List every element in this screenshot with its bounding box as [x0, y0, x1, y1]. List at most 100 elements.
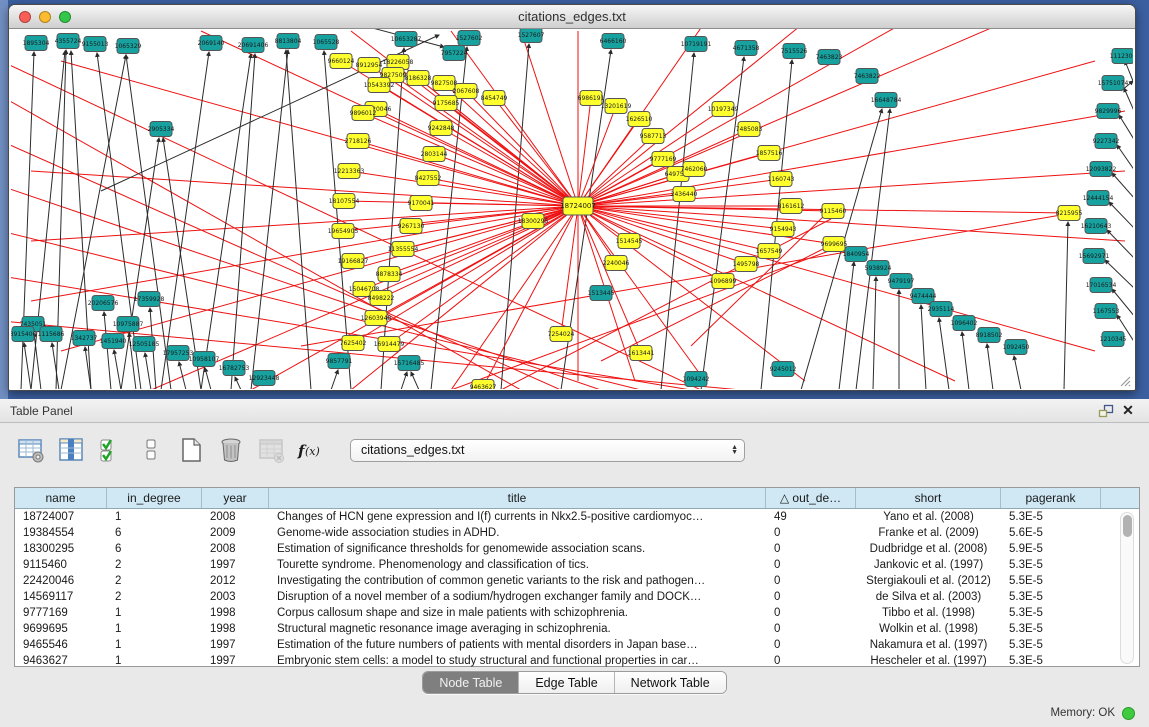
cell-year[interactable]: 1998 — [202, 621, 269, 637]
cell-year[interactable]: 2012 — [202, 573, 269, 589]
graph-node[interactable]: 19166827 — [338, 254, 369, 269]
cell-name[interactable]: 18300295 — [15, 541, 107, 557]
graph-node[interactable]: 19654905 — [328, 224, 359, 239]
tab-node-table[interactable]: Node Table — [423, 672, 519, 693]
cell-name[interactable]: 9777169 — [15, 605, 107, 621]
graph-node[interactable]: 9227342 — [1093, 134, 1120, 149]
table-row[interactable]: 977716911998Corpus callosum shape and si… — [15, 605, 1139, 621]
column-header-short[interactable]: short — [856, 488, 1001, 508]
graph-node[interactable]: 8918502 — [976, 328, 1003, 343]
graph-node[interactable]: 1160743 — [768, 172, 795, 187]
graph-node[interactable]: 8215955 — [1056, 206, 1083, 221]
graph-node[interactable]: 1451940 — [100, 334, 127, 349]
graph-node[interactable]: 10719191 — [681, 37, 712, 52]
graph-node[interactable]: 12505185 — [129, 337, 160, 352]
graph-node[interactable]: 1115686 — [38, 327, 65, 342]
graph-node[interactable]: 1096402 — [951, 316, 978, 331]
graph-node[interactable]: 4671358 — [733, 41, 760, 56]
graph-node[interactable]: 16782753 — [219, 361, 250, 376]
cell-out_degree[interactable]: 49 — [766, 509, 856, 525]
cell-name[interactable]: 9465546 — [15, 637, 107, 653]
select-all-checks-icon[interactable] — [96, 435, 126, 465]
cell-out_degree[interactable]: 0 — [766, 573, 856, 589]
cell-in_degree[interactable]: 1 — [107, 605, 202, 621]
graph-node[interactable]: 5938924 — [865, 261, 892, 276]
cell-pagerank[interactable]: 5.9E-5 — [1001, 541, 1101, 557]
float-panel-icon[interactable] — [1095, 402, 1117, 420]
cell-out_degree[interactable]: 0 — [766, 637, 856, 653]
graph-node[interactable]: 16914479 — [374, 337, 405, 352]
graph-node[interactable]: 12444154 — [1083, 191, 1114, 206]
column-header-out_degree[interactable]: △ out_de… — [766, 488, 856, 508]
resize-grip-icon[interactable] — [1117, 373, 1131, 387]
window-titlebar[interactable]: citations_edges.txt — [9, 5, 1135, 29]
graph-node[interactable]: 1657549 — [756, 244, 783, 259]
close-panel-icon[interactable]: ✕ — [1117, 402, 1139, 420]
cell-pagerank[interactable]: 5.3E-5 — [1001, 509, 1101, 525]
graph-node[interactable]: 1527602 — [456, 31, 483, 46]
cell-name[interactable]: 9115460 — [15, 557, 107, 573]
cell-year[interactable]: 2003 — [202, 589, 269, 605]
cell-pagerank[interactable]: 5.3E-5 — [1001, 589, 1101, 605]
table-row[interactable]: 1938455462009Genome-wide association stu… — [15, 525, 1139, 541]
cell-in_degree[interactable]: 1 — [107, 637, 202, 653]
cell-in_degree[interactable]: 1 — [107, 509, 202, 525]
cell-out_degree[interactable]: 0 — [766, 541, 856, 557]
cell-name[interactable]: 14569117 — [15, 589, 107, 605]
graph-node[interactable]: 2935114 — [928, 302, 955, 317]
column-header-year[interactable]: year — [202, 488, 269, 508]
cell-year[interactable]: 2009 — [202, 525, 269, 541]
cell-title[interactable]: Structural magnetic resonance image aver… — [269, 621, 766, 637]
graph-node[interactable]: 3915400 — [11, 327, 37, 342]
graph-node[interactable]: 1096899 — [710, 274, 737, 289]
column-header-name[interactable]: name — [15, 488, 107, 508]
graph-node[interactable]: 18300295 — [518, 214, 549, 229]
cell-pagerank[interactable]: 5.5E-5 — [1001, 573, 1101, 589]
cell-in_degree[interactable]: 2 — [107, 573, 202, 589]
cell-name[interactable]: 9463627 — [15, 653, 107, 669]
cell-title[interactable]: Corpus callosum shape and size in male p… — [269, 605, 766, 621]
graph-node[interactable]: 9170041 — [408, 196, 435, 211]
graph-node[interactable]: 1626510 — [626, 112, 653, 127]
column-header-pagerank[interactable]: pagerank — [1001, 488, 1101, 508]
table-selector-dropdown[interactable]: citations_edges.txt▲▼ — [350, 439, 745, 462]
cell-pagerank[interactable]: 5.3E-5 — [1001, 653, 1101, 669]
cell-year[interactable]: 1997 — [202, 653, 269, 669]
cell-in_degree[interactable]: 1 — [107, 621, 202, 637]
graph-node[interactable]: 1495798 — [733, 257, 760, 272]
graph-node[interactable]: 9242848 — [428, 121, 455, 136]
cell-name[interactable]: 9699695 — [15, 621, 107, 637]
graph-node[interactable]: 4355724 — [55, 34, 82, 49]
cell-short[interactable]: Yano et al. (2008) — [856, 509, 1001, 525]
graph-node[interactable]: 9245012 — [770, 362, 797, 377]
graph-node[interactable]: 20691406 — [238, 38, 269, 53]
graph-node[interactable]: 9896012 — [350, 106, 377, 121]
graph-node[interactable]: 16648784 — [871, 93, 902, 108]
graph-node[interactable]: 16210643 — [1081, 219, 1112, 234]
graph-node[interactable]: 7254024 — [548, 327, 575, 342]
graph-node[interactable]: 13201619 — [601, 99, 632, 114]
tab-edge-table[interactable]: Edge Table — [519, 672, 614, 693]
cell-short[interactable]: Jankovic et al. (1997) — [856, 557, 1001, 573]
graph-node[interactable]: 9155013 — [82, 37, 109, 52]
function-builder-icon[interactable]: f(x) — [296, 435, 326, 465]
graph-node[interactable]: 2240046 — [603, 256, 630, 271]
graph-node[interactable]: 9175685 — [433, 96, 460, 111]
column-header-in_degree[interactable]: in_degree — [107, 488, 202, 508]
table-row[interactable]: 946362711997Embryonic stem cells: a mode… — [15, 653, 1139, 669]
graph-node[interactable]: 2905334 — [148, 122, 175, 137]
cell-out_degree[interactable]: 0 — [766, 525, 856, 541]
graph-hub-node[interactable]: 18724007 — [560, 197, 596, 215]
cell-out_degree[interactable]: 0 — [766, 605, 856, 621]
graph-node[interactable]: 10653287 — [391, 32, 422, 47]
cell-name[interactable]: 19384554 — [15, 525, 107, 541]
cell-short[interactable]: Wolkin et al. (1998) — [856, 621, 1001, 637]
cell-short[interactable]: Franke et al. (2009) — [856, 525, 1001, 541]
graph-node[interactable]: 10975887 — [113, 317, 144, 332]
table-row[interactable]: 1830029562008Estimation of significance … — [15, 541, 1139, 557]
graph-node[interactable]: 2436440 — [671, 187, 698, 202]
tab-network-table[interactable]: Network Table — [615, 672, 726, 693]
table-row[interactable]: 1872400712008Changes of HCN gene express… — [15, 509, 1139, 525]
graph-node[interactable]: 1210345 — [1100, 332, 1127, 347]
cell-title[interactable]: Embryonic stem cells: a model to study s… — [269, 653, 766, 669]
